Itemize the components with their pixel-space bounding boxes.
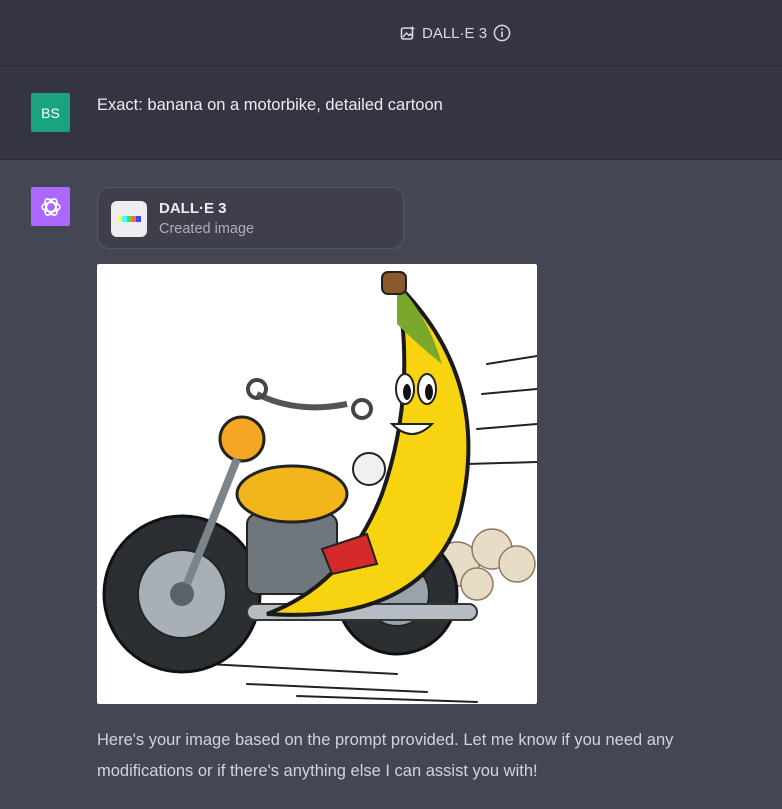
user-message: BS Exact: banana on a motorbike, detaile… [0,66,782,160]
tool-card-subtitle: Created image [159,221,255,237]
banana-motorbike-illustration [102,271,537,703]
generated-image[interactable] [97,264,537,704]
model-name: DALL·E 3 [422,24,488,42]
assistant-avatar [31,187,70,226]
user-avatar-initials: BS [41,104,60,121]
assistant-message: DALL·E 3 Created image Here's your image… [0,160,782,809]
top-bar: DALL·E 3 [0,0,782,66]
image-sparkle-icon [400,25,416,40]
user-message-text: Exact: banana on a motorbike, detailed c… [97,96,443,114]
tool-card-title: DALL·E 3 [159,200,227,217]
model-selector[interactable]: DALL·E 3 [400,22,511,44]
assistant-reply-text: Here's your image based on the prompt pr… [97,731,674,780]
info-icon[interactable] [493,24,511,42]
user-avatar: BS [31,93,70,132]
openai-logo-icon [40,197,61,216]
dalle-color-bar-icon [111,201,147,237]
dalle-tool-card[interactable]: DALL·E 3 Created image [97,187,404,249]
